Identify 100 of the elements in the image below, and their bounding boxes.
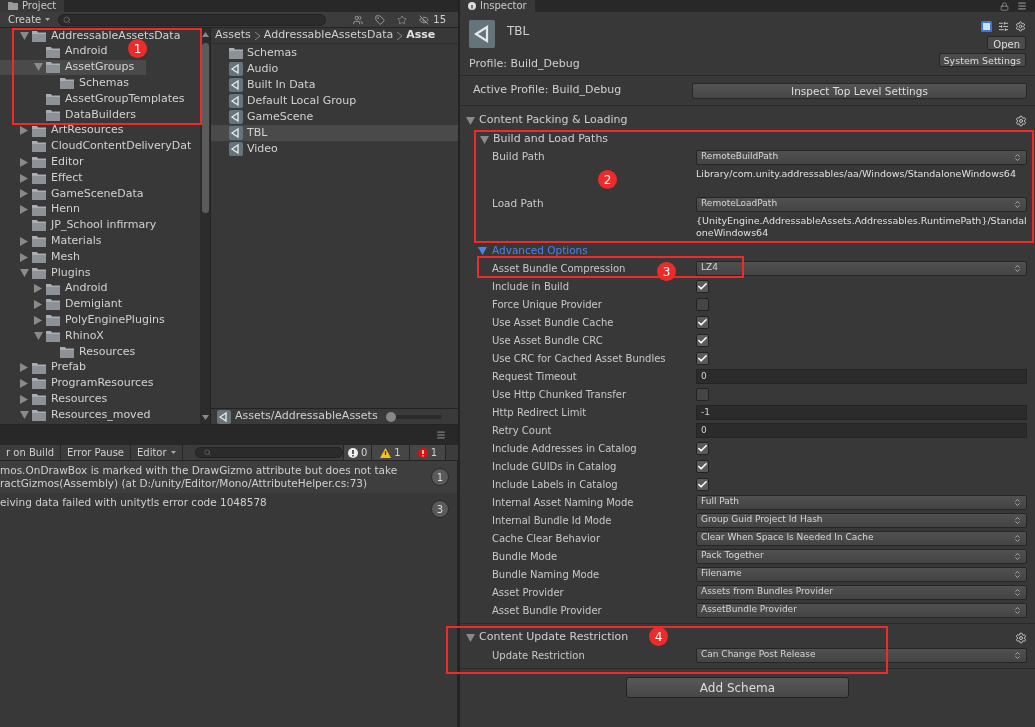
folder-tree-item[interactable]: AssetGroups <box>0 59 147 76</box>
users-icon[interactable] <box>353 14 364 25</box>
dropdown[interactable]: Clear When Space Is Needed In Cache <box>696 530 1027 546</box>
system-settings-button[interactable]: System Settings <box>938 53 1026 67</box>
dropdown[interactable]: RemoteLoadPath <box>696 196 1027 212</box>
folder-tree-item[interactable]: Demigiant <box>0 296 135 313</box>
dropdown[interactable]: Assets from Bundles Provider <box>696 584 1027 600</box>
expanded-arrow-icon[interactable] <box>465 633 475 642</box>
open-button[interactable]: Open <box>987 36 1026 50</box>
lock-icon[interactable] <box>1000 2 1009 11</box>
dropdown[interactable]: Full Path <box>696 494 1027 510</box>
asset-item[interactable]: GameScene <box>211 109 458 125</box>
breadcrumb-item[interactable]: AddressableAssetsData <box>263 28 394 43</box>
folder-tree-item[interactable]: ArtResources <box>0 122 136 139</box>
expanded-arrow-icon[interactable] <box>478 246 487 255</box>
breadcrumb-item[interactable]: Asse <box>406 28 436 43</box>
expanded-arrow-icon[interactable] <box>33 63 43 72</box>
updown-arrow-icon <box>1013 152 1022 162</box>
scroll-up-icon[interactable] <box>201 32 209 37</box>
folder-tree-item[interactable]: Resources_moved <box>0 407 163 423</box>
asset-item[interactable]: Built In Data <box>211 77 458 93</box>
asset-item[interactable]: Video <box>211 141 458 157</box>
hidden-icon[interactable] <box>419 14 430 25</box>
chevron-icon <box>254 31 260 40</box>
dropdown[interactable]: RemoteBuildPath <box>696 149 1027 165</box>
folder-tree-item[interactable]: Android <box>0 43 120 60</box>
inspect-settings-button[interactable]: Inspect Top Level Settings <box>692 82 1027 99</box>
toolbar-button[interactable]: Error Pause <box>61 445 131 460</box>
asset-item[interactable]: Schemas <box>211 45 458 61</box>
folder-tree-item[interactable]: CloudContentDeliveryDat <box>0 138 204 155</box>
folder-tree-item[interactable]: GameSceneData <box>0 185 156 202</box>
scroll-down-icon[interactable] <box>201 415 209 420</box>
folder-tree-item[interactable]: Effect <box>0 170 95 186</box>
tag-icon[interactable] <box>375 14 386 25</box>
checkbox[interactable] <box>696 387 709 401</box>
folder-tree-item[interactable]: Resources <box>0 391 120 408</box>
folder-tree-item[interactable]: Editor <box>0 154 96 171</box>
breadcrumb-item[interactable]: Assets <box>215 28 251 43</box>
folder-tree-item[interactable]: Prefab <box>0 359 99 376</box>
star-icon[interactable] <box>397 14 408 25</box>
checkbox[interactable] <box>696 315 709 329</box>
collapsed-arrow-icon[interactable] <box>20 126 28 136</box>
folder-tree-item[interactable]: PolyEnginePlugins <box>0 312 177 329</box>
folder-tree-item[interactable]: DataBuilders <box>0 107 148 123</box>
checkbox[interactable] <box>696 279 709 293</box>
dropdown[interactable]: Filename <box>696 566 1027 582</box>
asset-item[interactable]: TBL <box>211 125 458 141</box>
log-message: mos.OnDrawBox is marked with the DrawGizmo attribute but does not take <box>0 464 399 477</box>
dropdown[interactable]: Group Guid Project Id Hash <box>696 512 1027 528</box>
settings-icon[interactable] <box>1015 21 1026 32</box>
number-field[interactable]: 0 <box>696 368 1027 384</box>
dropdown[interactable]: AssetBundle Provider <box>696 602 1027 618</box>
folder-tree-item[interactable]: AssetGroupTemplates <box>0 91 197 107</box>
folder-tree-item[interactable]: RhinoX <box>0 328 116 344</box>
settings-icon[interactable] <box>1015 631 1027 644</box>
settings-icon[interactable] <box>1015 114 1027 127</box>
folder-tree-item[interactable]: Materials <box>0 233 114 250</box>
menu-icon[interactable] <box>1017 1 1027 11</box>
folder-tree-item[interactable]: Mesh <box>0 249 92 265</box>
number-field[interactable]: -1 <box>696 404 1027 420</box>
search-field[interactable] <box>194 447 343 458</box>
folder-tree-item[interactable]: Resources <box>0 343 148 360</box>
toolbar-button[interactable]: r on Build <box>0 445 62 460</box>
dropdown[interactable]: LZ4 <box>696 260 1027 276</box>
dropdown[interactable]: Pack Together <box>696 548 1027 564</box>
checkbox[interactable] <box>696 459 709 473</box>
number-field[interactable]: 0 <box>696 422 1027 438</box>
project-tab[interactable]: Project <box>0 0 65 12</box>
checkbox[interactable] <box>696 333 709 347</box>
expanded-arrow-icon[interactable] <box>19 411 29 419</box>
dropdown[interactable]: Can Change Post Release <box>696 647 1027 663</box>
search-field[interactable] <box>58 13 327 26</box>
expanded-arrow-icon[interactable] <box>33 332 43 341</box>
folder-tree-item[interactable]: Android <box>0 280 120 297</box>
info-toggle[interactable]: 0 <box>342 445 372 460</box>
create-button[interactable]: Create <box>8 12 55 27</box>
folder-tree-item[interactable]: Schemas <box>0 75 141 92</box>
scrollbar-thumb[interactable] <box>201 43 209 213</box>
folder-tree-item[interactable]: Plugins <box>0 264 103 281</box>
inspector-tab[interactable]: Inspector <box>460 0 535 12</box>
asset-item[interactable]: Default Local Group <box>211 93 458 109</box>
menu-icon[interactable] <box>436 430 446 440</box>
expanded-arrow-icon[interactable] <box>19 31 29 40</box>
folder-tree-item[interactable]: Henn <box>0 201 92 218</box>
field-label: Bundle Mode <box>492 549 558 564</box>
checkbox[interactable] <box>696 441 709 455</box>
checkbox[interactable] <box>696 351 709 365</box>
asset-item[interactable]: Audio <box>211 61 458 77</box>
check-icon <box>697 280 708 292</box>
checkbox[interactable] <box>696 477 709 491</box>
sliders-icon[interactable] <box>998 21 1009 32</box>
folder-tree-item[interactable]: ProgramResources <box>0 375 166 392</box>
expanded-arrow-icon[interactable] <box>19 268 29 277</box>
checkbox[interactable] <box>696 297 709 311</box>
add-schema-button[interactable]: Add Schema <box>626 677 849 698</box>
toolbar-button[interactable]: Editor <box>131 445 183 460</box>
log-entry[interactable]: mos.OnDrawBox is marked with the DrawGizmo attribute but does not take ractGizmos(Assembly) (at D:/unity/Editor/Mono/AttributeHelper.cs:73) 1 <box>0 461 457 493</box>
error-toggle[interactable]: 1 <box>408 445 446 460</box>
warning-toggle[interactable]: 1 <box>371 445 409 460</box>
folder-tree-item[interactable]: JP_School infirmary <box>0 217 169 234</box>
